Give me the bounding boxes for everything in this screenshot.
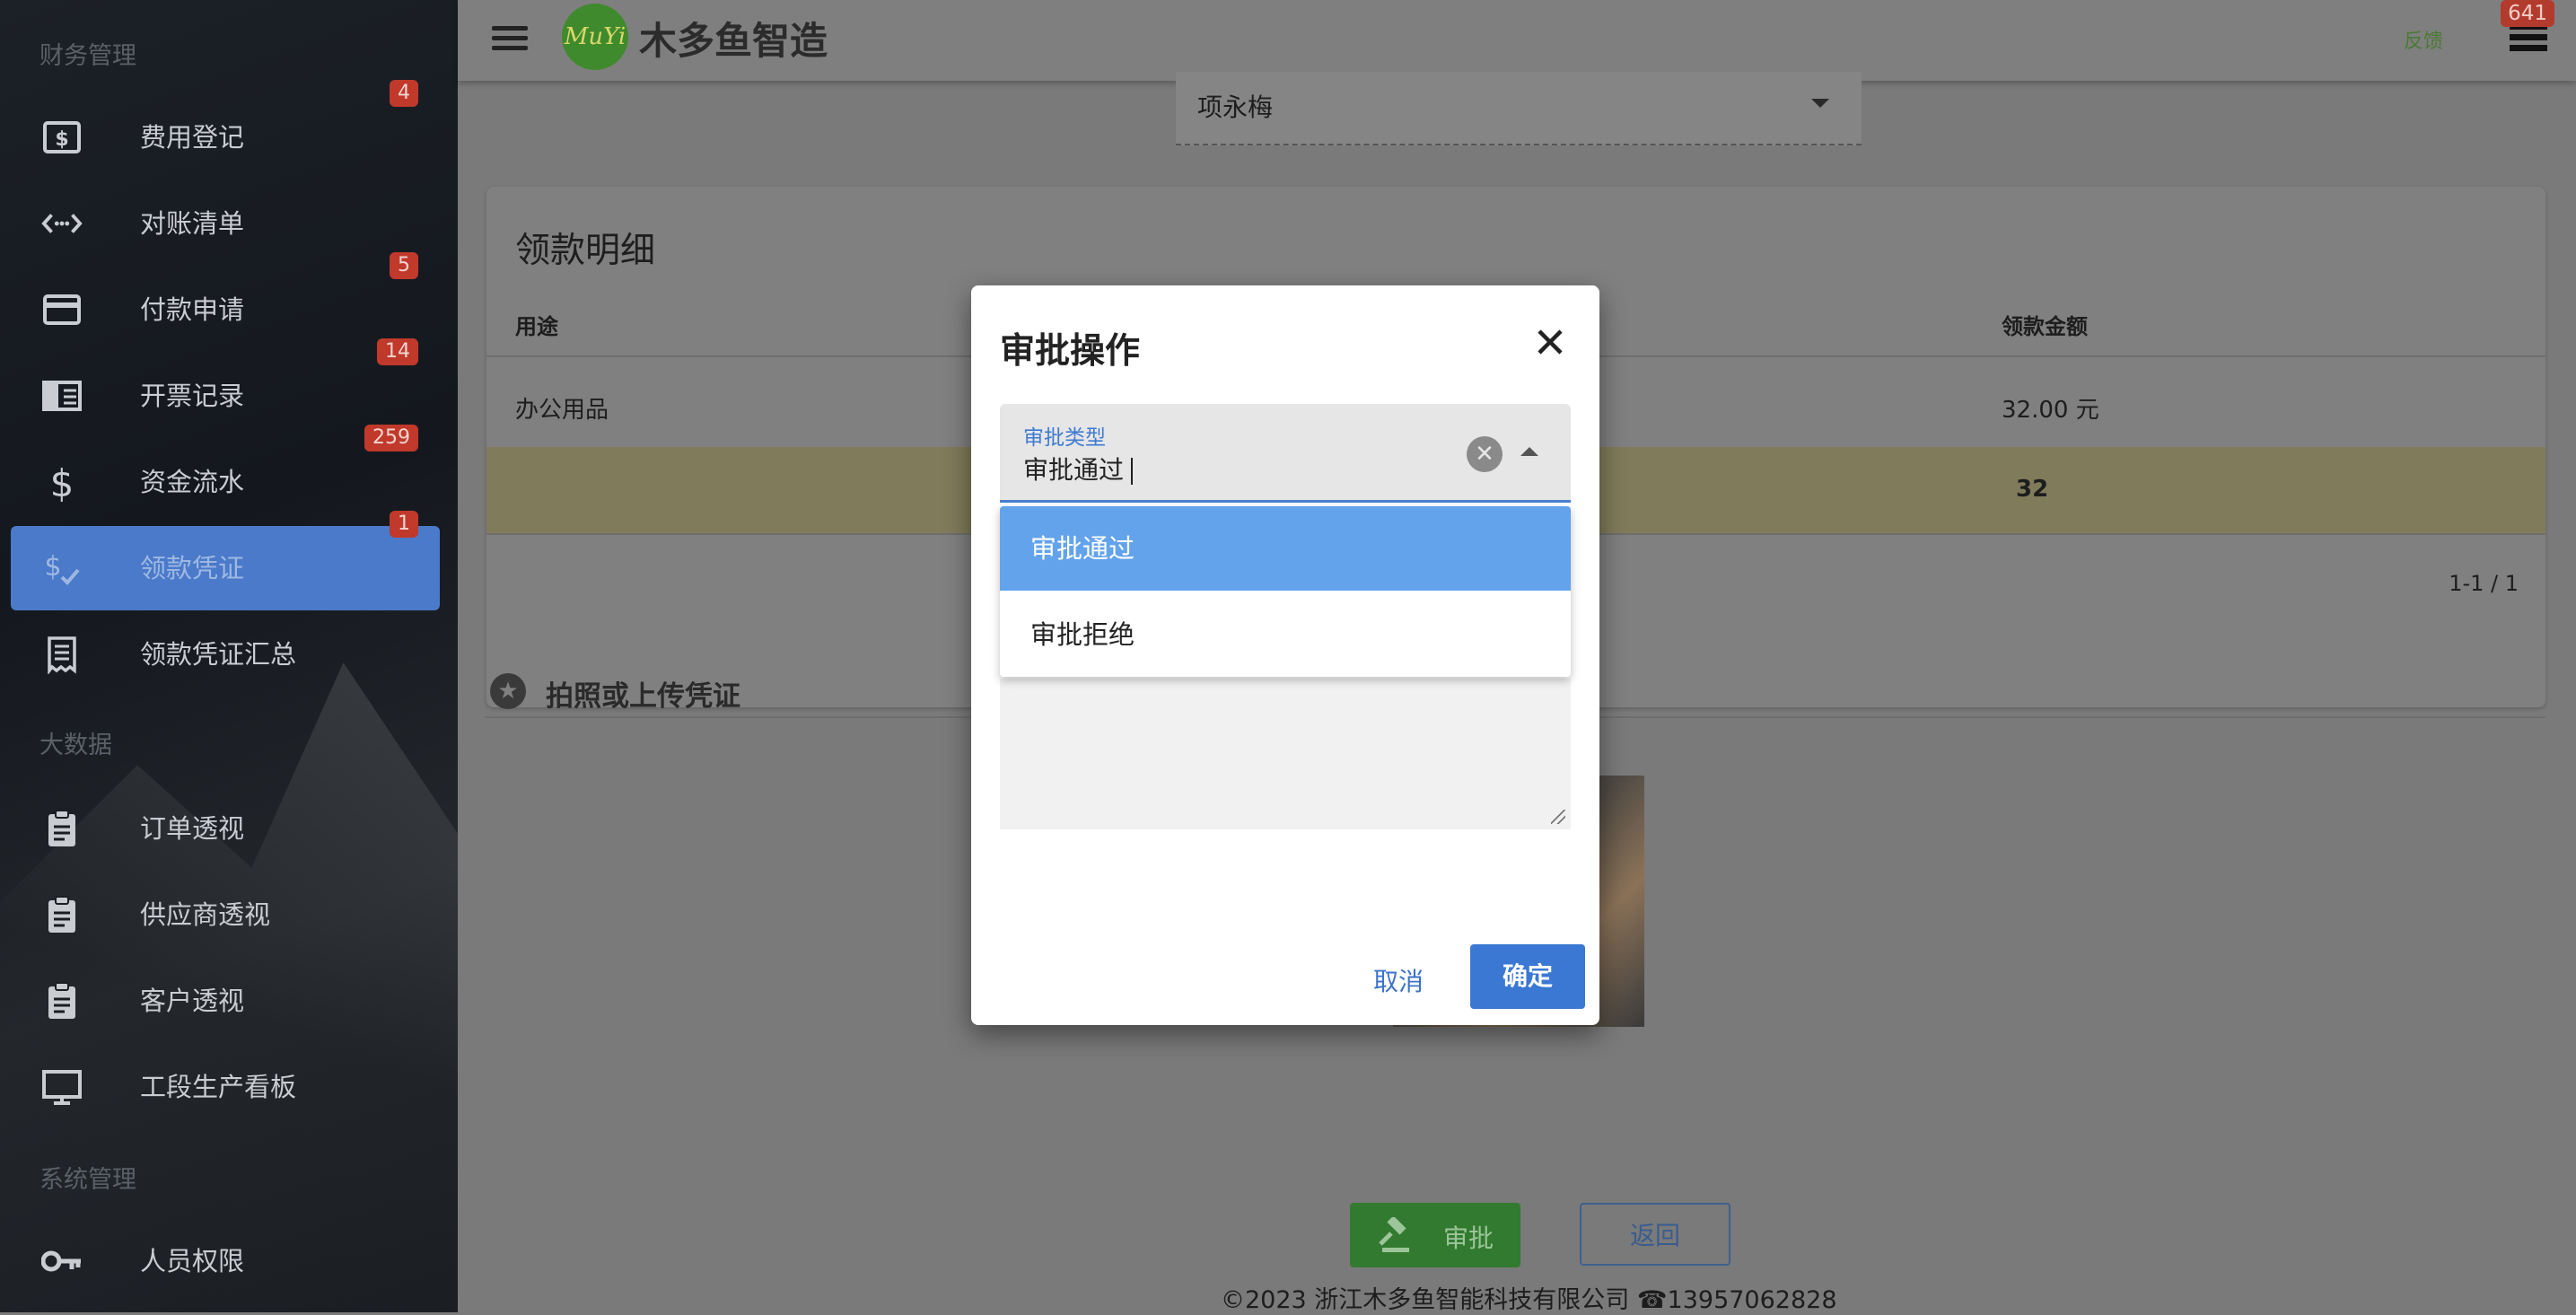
upload-section-title: 拍照或上传凭证 xyxy=(546,680,740,713)
sidebar-item-production-board[interactable]: 工段生产看板 xyxy=(11,1045,440,1129)
section-title-finance: 财务管理 xyxy=(39,42,136,70)
select-value: 审批通过 xyxy=(1023,451,1134,487)
section-title-system: 系统管理 xyxy=(39,1166,136,1194)
sidebar-item-label: 人员权限 xyxy=(140,1246,245,1276)
star-icon: ★ xyxy=(490,673,526,709)
receipt-icon xyxy=(41,634,83,675)
sidebar-item-label: 订单透视 xyxy=(140,813,245,844)
code-arrows-icon xyxy=(41,203,83,244)
cancel-button[interactable]: 取消 xyxy=(1373,962,1424,998)
sidebar-item-expense[interactable]: $ 费用登记 4 xyxy=(11,80,440,180)
back-button[interactable]: 返回 xyxy=(1580,1203,1730,1266)
approver-select[interactable]: 项永梅 xyxy=(1176,72,1862,145)
gavel-icon xyxy=(1379,1217,1409,1252)
sidebar-item-claim-voucher[interactable]: $ 领款凭证 1 xyxy=(11,511,440,610)
sidebar-item-label: 供应商透视 xyxy=(140,899,271,930)
sidebar: 财务管理 $ 费用登记 4 对账清单 付款申请 5 开票记录 14 $ 资金流水… xyxy=(0,0,458,1312)
resize-handle-icon[interactable] xyxy=(1551,810,1565,824)
comment-textarea[interactable] xyxy=(1000,679,1571,829)
footer-phone: 13957062828 xyxy=(1667,1286,1837,1314)
sidebar-item-permissions[interactable]: 人员权限 xyxy=(11,1219,440,1303)
monitor-icon xyxy=(41,1066,83,1108)
approval-dialog: 审批操作 审批类型 审批通过 ✕ 审批通过 审批拒绝 取消 确定 xyxy=(971,285,1599,1025)
menu-icon[interactable] xyxy=(492,22,528,57)
brand-name: 木多鱼智造 xyxy=(639,19,828,63)
column-header-purpose: 用途 xyxy=(515,314,558,339)
notification-badge: 641 xyxy=(2501,0,2554,27)
sidebar-item-label: 费用登记 xyxy=(140,122,245,153)
feedback-link[interactable]: 反馈 xyxy=(2404,25,2443,54)
svg-text:$: $ xyxy=(50,462,74,502)
sidebar-item-label: 资金流水 xyxy=(140,467,245,497)
sidebar-item-label: 对账清单 xyxy=(140,208,245,239)
clipboard-icon xyxy=(41,894,83,935)
footer: ©2023 浙江木多鱼智能科技有限公司 ☎13957062828 xyxy=(1221,1280,1837,1315)
ledger-icon xyxy=(41,375,83,416)
select-label: 审批类型 xyxy=(1023,426,1106,450)
section-title-big-data: 大数据 xyxy=(39,732,112,759)
dollar-check-icon: $ xyxy=(41,548,83,589)
sidebar-item-label: 付款申请 xyxy=(140,294,245,325)
chevron-down-icon xyxy=(1811,99,1829,108)
footer-copyright: ©2023 浙江木多鱼智能科技有限公司 xyxy=(1221,1286,1630,1314)
chevron-up-icon[interactable] xyxy=(1520,447,1538,456)
close-icon[interactable] xyxy=(1535,327,1565,357)
approval-type-select[interactable]: 审批类型 审批通过 ✕ xyxy=(1000,404,1571,503)
phone-icon: ☎ xyxy=(1636,1286,1668,1314)
approve-label: 审批 xyxy=(1443,1223,1494,1253)
sidebar-item-payment-request[interactable]: 付款申请 5 xyxy=(11,252,440,352)
approval-type-menu: 审批通过 审批拒绝 xyxy=(1000,506,1571,677)
dialog-title: 审批操作 xyxy=(1000,331,1141,372)
svg-text:$: $ xyxy=(44,551,61,583)
approver-value: 项永梅 xyxy=(1197,92,1274,122)
sidebar-item-label: 客户透视 xyxy=(140,986,245,1016)
count-badge: 14 xyxy=(377,338,418,365)
dollar-icon: $ xyxy=(41,461,83,503)
cell-amount: 32.00 元 xyxy=(2002,397,2099,424)
dollar-box-icon: $ xyxy=(41,117,83,158)
clear-icon[interactable]: ✕ xyxy=(1467,436,1503,472)
sidebar-item-order-insight[interactable]: 订单透视 xyxy=(11,786,440,871)
credit-card-icon xyxy=(41,289,83,330)
key-icon xyxy=(41,1240,83,1282)
brand-logo: MuYi xyxy=(562,4,628,70)
sidebar-item-customer-insight[interactable]: 客户透视 xyxy=(11,959,440,1043)
cell-purpose: 办公用品 xyxy=(515,397,609,424)
svg-text:$: $ xyxy=(55,128,68,151)
sidebar-item-label: 领款凭证 xyxy=(140,553,245,583)
option-reject[interactable]: 审批拒绝 xyxy=(1000,592,1571,677)
card-title: 领款明细 xyxy=(515,231,656,271)
sidebar-item-label: 领款凭证汇总 xyxy=(140,639,297,670)
confirm-button[interactable]: 确定 xyxy=(1470,944,1585,1009)
pagination-info: 1-1 / 1 xyxy=(2449,571,2519,596)
sum-value: 32 xyxy=(2016,476,2049,503)
count-badge: 1 xyxy=(390,511,418,538)
sidebar-item-label: 开票记录 xyxy=(140,381,245,411)
approve-button[interactable]: 审批 xyxy=(1350,1203,1520,1267)
list-icon[interactable] xyxy=(2510,23,2547,54)
column-header-amount: 领款金额 xyxy=(2002,314,2088,339)
clipboard-icon xyxy=(41,980,83,1021)
count-badge: 259 xyxy=(364,425,418,451)
option-approve[interactable]: 审批通过 xyxy=(1000,506,1571,591)
sidebar-item-supplier-insight[interactable]: 供应商透视 xyxy=(11,872,440,957)
clipboard-icon xyxy=(41,808,83,849)
count-badge: 4 xyxy=(390,80,418,107)
count-badge: 5 xyxy=(390,252,418,279)
sidebar-item-reconciliation[interactable]: 对账清单 xyxy=(11,181,440,266)
top-bar: MuYi 木多鱼智造 反馈 641 xyxy=(458,0,2576,81)
sidebar-item-voucher-summary[interactable]: 领款凭证汇总 xyxy=(11,612,440,697)
sidebar-item-label: 工段生产看板 xyxy=(140,1072,297,1102)
sidebar-item-cash-flow[interactable]: $ 资金流水 259 xyxy=(11,425,440,524)
